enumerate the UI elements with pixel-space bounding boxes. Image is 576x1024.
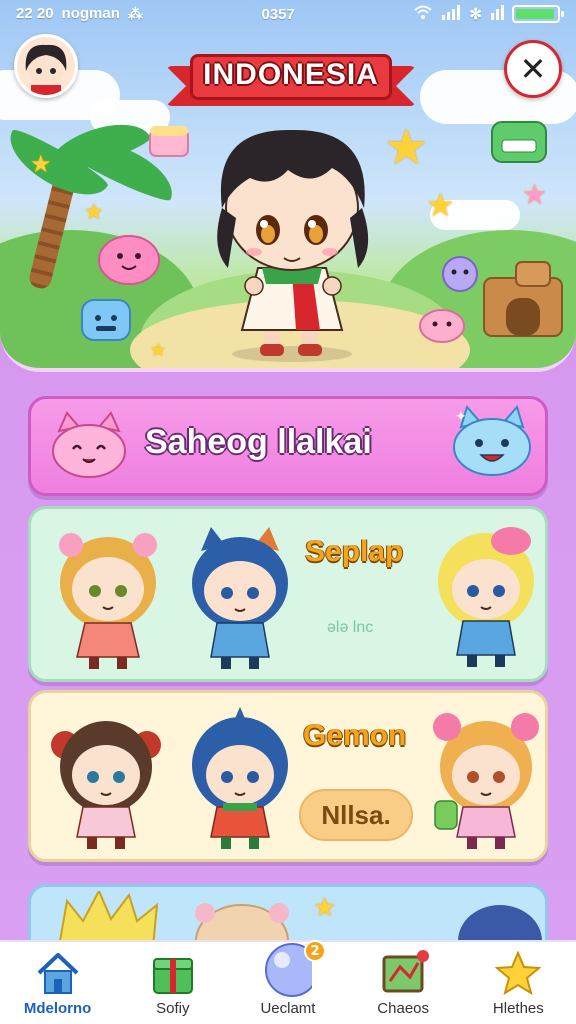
blue-robot-creature-icon <box>81 299 131 341</box>
featured-card-title: Saheog llalkai <box>145 423 372 461</box>
character-card-button[interactable]: Nllsa. <box>299 789 413 841</box>
notification-dot <box>417 950 430 962</box>
character-card[interactable]: Gemon Nllsa. <box>28 690 548 862</box>
blue-cat-icon: ✦ <box>453 405 531 476</box>
signal-icon <box>441 4 461 24</box>
character-chibi-boy[interactable] <box>181 523 299 673</box>
title-banner: INDONESIA <box>166 50 416 106</box>
star-icon: ★ <box>426 186 455 224</box>
wifi-icon <box>413 4 433 24</box>
cake-icon <box>149 126 189 157</box>
character-chibi-spiky[interactable] <box>49 891 169 947</box>
pink-cat-icon <box>52 411 126 478</box>
map-icon <box>379 950 430 996</box>
nav-item-map[interactable]: Chaeos <box>348 950 458 1024</box>
star-icon <box>494 950 542 996</box>
star-icon: ★ <box>522 178 548 211</box>
nav-item-gift[interactable]: Sofiy <box>118 950 228 1024</box>
nav-item-star[interactable]: Hlethes <box>463 950 573 1024</box>
nav-label: Sofiy <box>156 1000 190 1017</box>
nav-item-home[interactable]: Mdelorno <box>3 950 113 1024</box>
status-time: 22 20 <box>16 5 54 22</box>
battery-icon <box>512 5 564 23</box>
character-card[interactable]: Seplap ələ lnc <box>28 506 548 682</box>
hero-banner: INDONESIA ★ ★ ★ ★ ★ ★ <box>0 0 576 372</box>
status-carrier: nogman <box>61 5 120 22</box>
gift-box-icon <box>149 950 197 996</box>
nav-item-orb[interactable]: 2 Ueclamt <box>233 940 343 1024</box>
featured-card[interactable]: Saheog llalkai ✦ <box>28 396 548 496</box>
green-chest-creature-icon <box>491 121 547 163</box>
character-card-title: Seplap <box>305 535 404 568</box>
svg-text:✦: ✦ <box>455 409 467 425</box>
nav-label: Hlethes <box>492 1000 544 1017</box>
wooden-gate-icon <box>483 261 563 337</box>
orb-icon: 2 <box>264 940 326 997</box>
ghost-creature-icon <box>442 256 478 292</box>
star-icon: ★ <box>84 200 104 225</box>
pink-cat-creature-icon <box>419 309 465 343</box>
character-chibi-blue-hair[interactable] <box>181 703 299 855</box>
nav-label: Ueclamt <box>260 1000 316 1017</box>
player-avatar[interactable] <box>14 34 78 98</box>
star-icon: ★ <box>150 340 167 361</box>
status-bar: 22 20 nogman ⁂ 0357 ✻ <box>0 0 576 28</box>
character-chibi-blonde[interactable] <box>427 519 545 673</box>
page-title: INDONESIA <box>203 58 379 91</box>
nav-label: Chaeos <box>377 1000 429 1017</box>
pink-blob-creature-icon <box>98 235 160 285</box>
status-center-text: 0357 <box>261 5 295 23</box>
nav-badge: 2 <box>303 940 326 962</box>
character-card-title: Gemon <box>303 719 407 752</box>
star-icon: ★ <box>30 150 52 178</box>
character-chibi-girl[interactable] <box>49 523 167 673</box>
hero-character[interactable] <box>192 108 392 362</box>
star-icon: ★ <box>313 893 337 923</box>
player-avatar-icon <box>17 37 75 95</box>
nav-label: Mdelorno <box>23 1000 92 1017</box>
character-chibi-brunette[interactable] <box>47 705 165 855</box>
signal-icon <box>490 4 504 24</box>
character-chibi-flower-girl[interactable] <box>427 705 545 855</box>
home-icon <box>34 950 82 996</box>
character-card-subtitle: ələ lnc <box>327 619 374 636</box>
close-button[interactable]: ✕ <box>504 40 562 98</box>
bluetooth-icon: ✻ <box>469 6 482 23</box>
bottom-nav: Mdelorno Sofiy 2 Ueclamt Chaeos Hlethes <box>0 940 576 1024</box>
status-app-icon: ⁂ <box>127 6 143 23</box>
